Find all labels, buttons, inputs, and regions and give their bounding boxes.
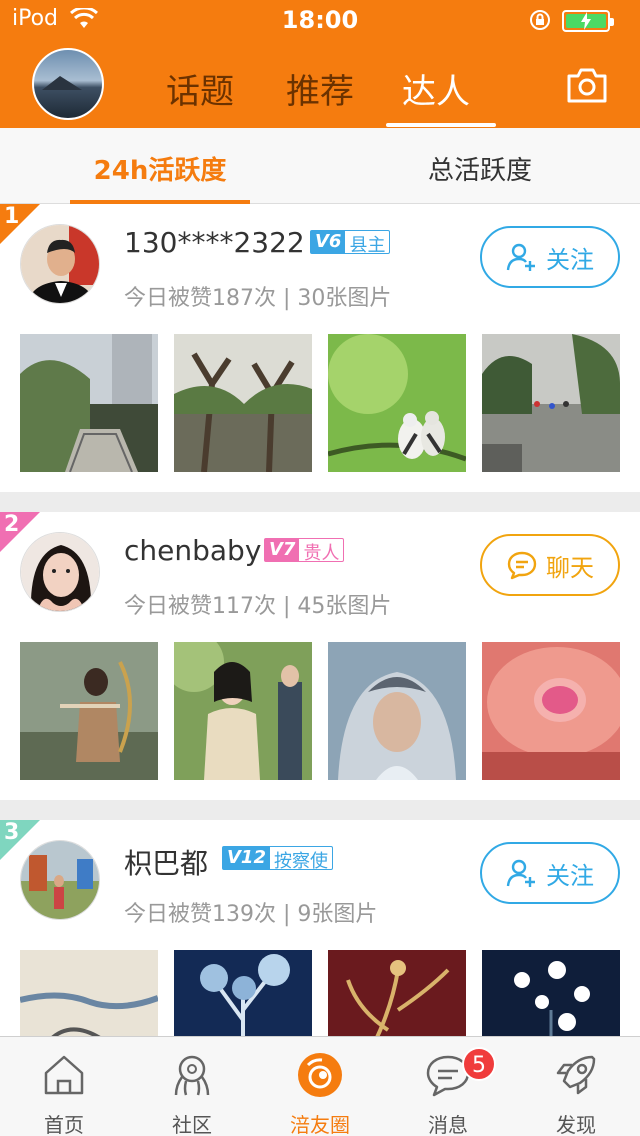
- avatar[interactable]: [20, 532, 100, 612]
- camera-icon[interactable]: [566, 66, 608, 104]
- user-name[interactable]: 130****2322: [124, 226, 305, 259]
- rank-number: 1: [4, 204, 20, 229]
- level-badge: V12 按察使: [222, 846, 333, 872]
- tab-messages[interactable]: 消息: [384, 1037, 512, 1136]
- tab-messages-label: 消息: [428, 1113, 468, 1136]
- tab-friends-circle[interactable]: 涪友圈: [256, 1037, 384, 1136]
- follow-button[interactable]: 关注: [480, 842, 620, 904]
- photo-thumb[interactable]: [174, 642, 312, 780]
- status-bar: iPod 18:00: [0, 0, 640, 40]
- bottom-tab-bar: 首页 社区 涪友圈 消息 5 发现: [0, 1036, 640, 1136]
- follow-label: 关注: [546, 861, 594, 890]
- avatar[interactable]: [20, 224, 100, 304]
- photo-thumb[interactable]: [328, 334, 466, 472]
- photo-thumb[interactable]: [174, 334, 312, 472]
- user-stats: 今日被赞117次 | 45张图片: [124, 594, 392, 619]
- level-code: V12: [223, 847, 270, 869]
- user-stats: 今日被赞187次 | 30张图片: [124, 286, 392, 311]
- level-badge: V7 贵人: [264, 538, 345, 564]
- app-header: iPod 18:00 话题 推荐 达人: [0, 0, 640, 128]
- tab-home-label: 首页: [44, 1113, 84, 1136]
- level-code: V7: [265, 539, 300, 561]
- follow-button[interactable]: 关注: [480, 226, 620, 288]
- level-code: V6: [311, 231, 346, 253]
- level-title: 按察使: [273, 851, 328, 872]
- photo-thumb[interactable]: [20, 334, 158, 472]
- add-user-icon: [506, 859, 535, 887]
- add-user-icon: [506, 243, 535, 271]
- user-card[interactable]: 1 130****2322 V6 县主 今日被赞187次 | 30张图片 关注: [0, 204, 640, 492]
- rotation-lock-icon: [530, 10, 550, 30]
- community-icon: [174, 1055, 210, 1096]
- avatar[interactable]: [20, 840, 100, 920]
- user-name[interactable]: 枳巴都: [124, 842, 208, 882]
- tab-recommend[interactable]: 推荐: [286, 64, 354, 113]
- user-stats: 今日被赞139次 | 9张图片: [124, 902, 378, 927]
- rank-number: 3: [4, 820, 20, 845]
- photo-thumb[interactable]: [482, 334, 620, 472]
- rocket-icon: [556, 1055, 596, 1095]
- photo-thumb[interactable]: [20, 642, 158, 780]
- user-name[interactable]: chenbaby: [124, 534, 261, 567]
- rank-number: 2: [4, 512, 20, 537]
- chat-bubble-icon: [507, 551, 537, 580]
- tab-topics[interactable]: 话题: [166, 64, 234, 113]
- tab-discover[interactable]: 发现: [512, 1037, 640, 1136]
- tab-community[interactable]: 社区: [128, 1037, 256, 1136]
- tab-friends-circle-label: 涪友圈: [290, 1113, 350, 1136]
- home-icon: [44, 1055, 84, 1095]
- profile-avatar[interactable]: [32, 48, 104, 120]
- follow-label: 关注: [546, 245, 594, 274]
- charging-icon: [581, 12, 591, 30]
- subtab-24h[interactable]: 24h活跃度: [0, 150, 320, 187]
- photo-thumb[interactable]: [328, 642, 466, 780]
- ranking-subtabs: 24h活跃度 总活跃度: [0, 128, 640, 204]
- tab-community-label: 社区: [172, 1113, 212, 1136]
- message-count-badge: 5: [462, 1047, 496, 1081]
- tab-experts[interactable]: 达人: [402, 64, 470, 113]
- level-title: 县主: [349, 235, 386, 256]
- tab-discover-label: 发现: [556, 1113, 596, 1136]
- chat-label: 聊天: [546, 553, 594, 582]
- chat-button[interactable]: 聊天: [480, 534, 620, 596]
- level-title: 贵人: [303, 543, 340, 564]
- level-badge: V6 县主: [310, 230, 391, 256]
- subtab-total[interactable]: 总活跃度: [320, 150, 640, 187]
- user-card[interactable]: 2 chenbaby V7 贵人 今日被赞117次 | 45张图片 聊天: [0, 512, 640, 800]
- photo-strip: [20, 334, 620, 474]
- friends-circle-icon: [298, 1053, 342, 1097]
- active-tab-indicator: [386, 123, 496, 127]
- tab-home[interactable]: 首页: [0, 1037, 128, 1136]
- photo-thumb[interactable]: [482, 642, 620, 780]
- photo-strip: [20, 642, 620, 782]
